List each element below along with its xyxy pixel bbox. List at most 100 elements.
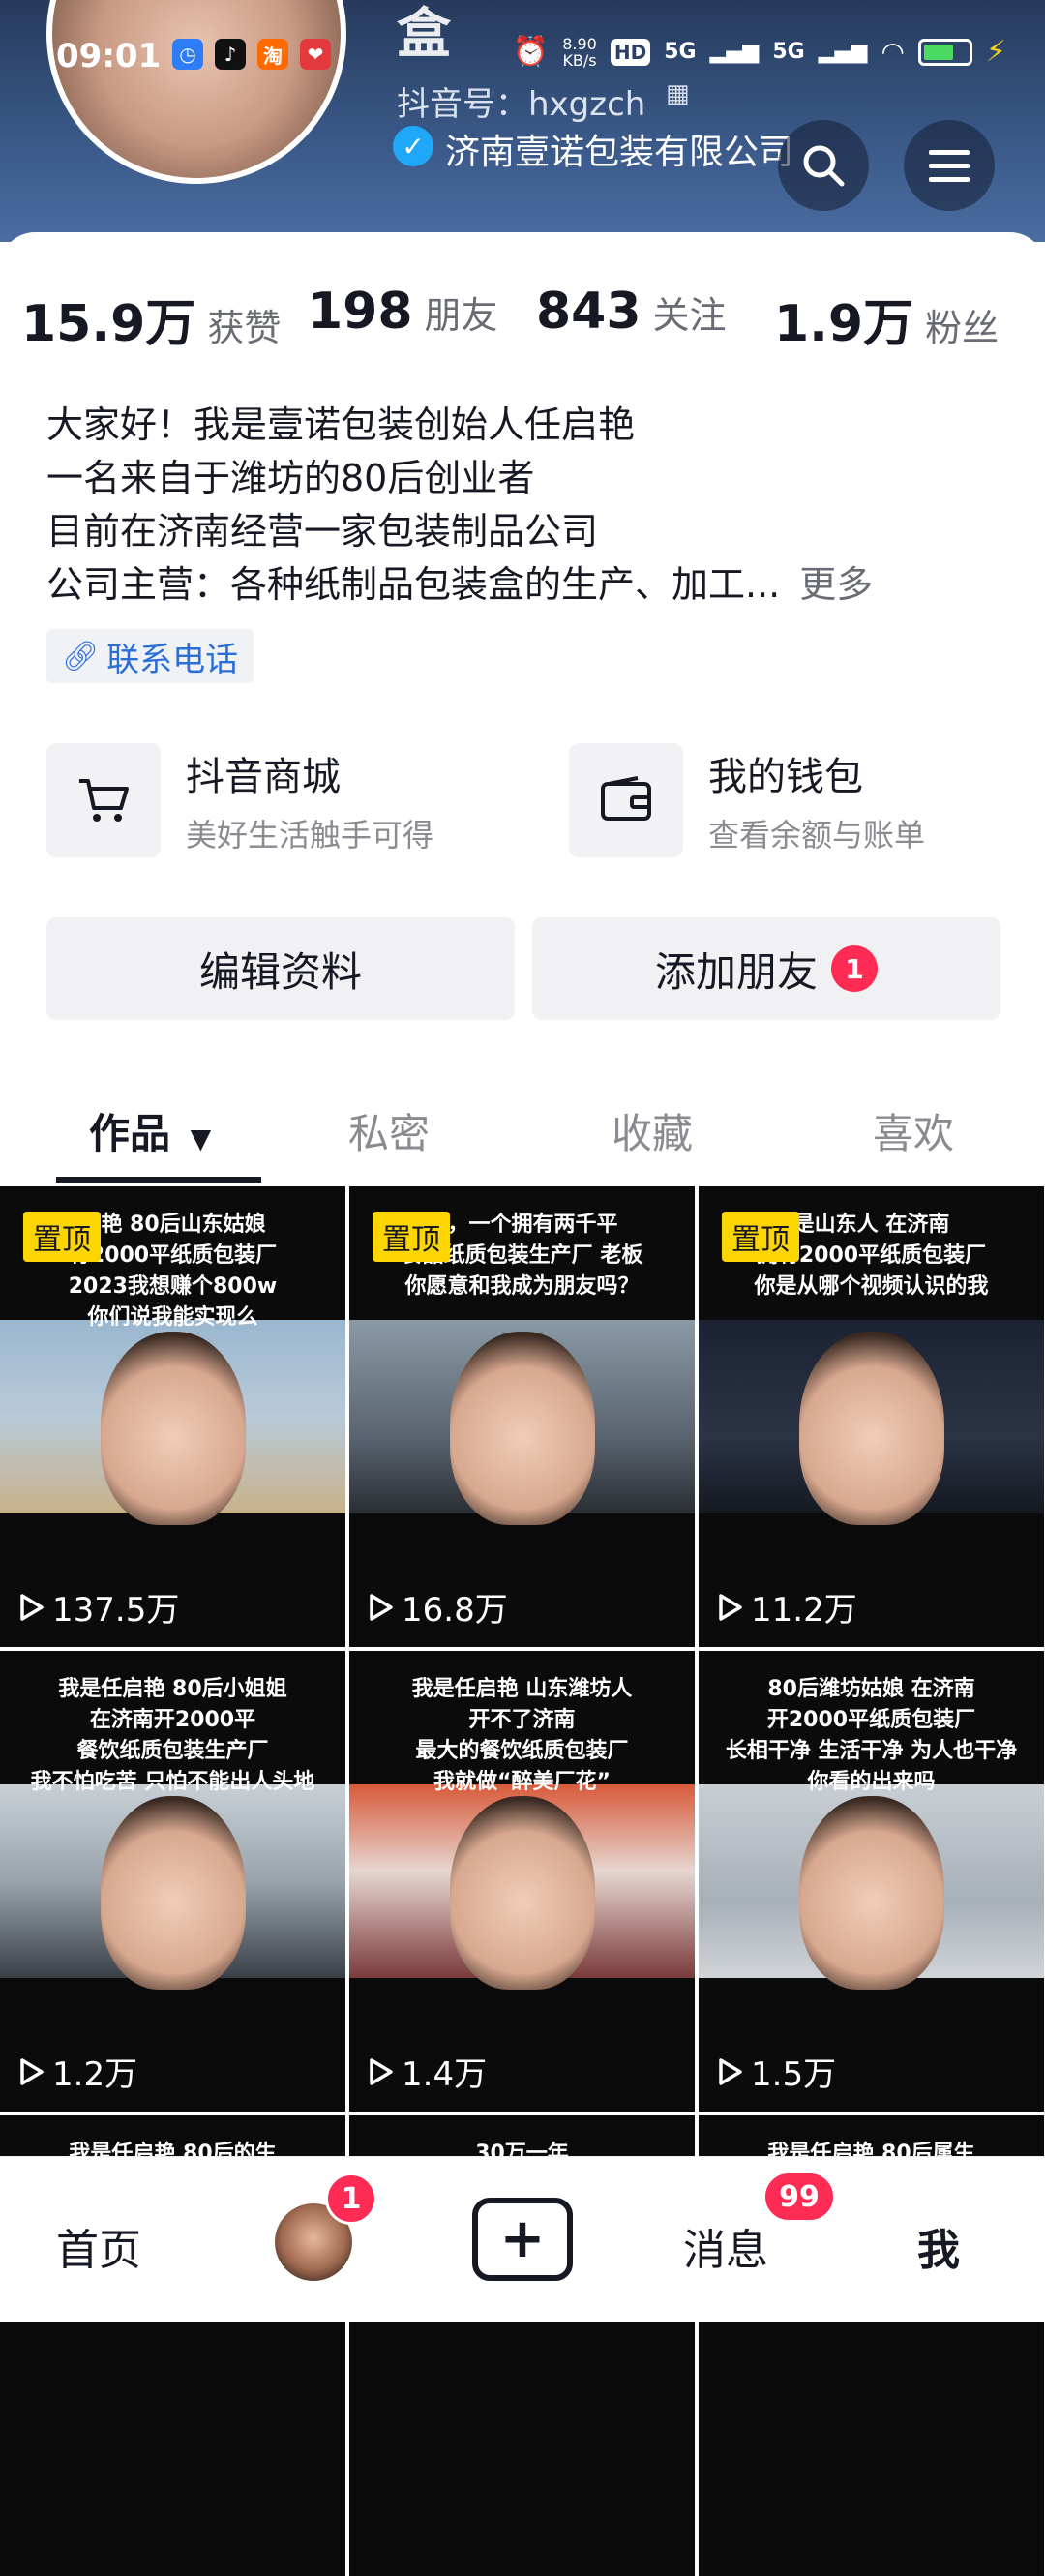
video-person	[798, 1796, 944, 1990]
video-view-count: 1.5万	[718, 2048, 836, 2095]
stat-following-label: 关注	[652, 294, 727, 337]
company-name: 济南壹诺包装有限公司	[445, 133, 794, 172]
service-mall[interactable]: 抖音商城 美好生活触手可得	[46, 743, 433, 857]
stat-friends[interactable]: 198 朋友	[308, 283, 498, 341]
video-caption-line: 我不怕吃苦 只怕不能出人头地	[30, 1770, 315, 1794]
video-caption-line: 在济南开2000平	[89, 1708, 256, 1732]
service-wallet-title: 我的钱包	[708, 755, 863, 799]
stat-following-value: 843	[536, 283, 642, 341]
video-caption-line: 长相干净 生活干净 为人也干净	[725, 1739, 1018, 1763]
video-view-count-value: 11.2万	[751, 1591, 857, 1630]
nav-me[interactable]: 我	[917, 2215, 960, 2277]
tab-likes[interactable]: 喜欢	[873, 1101, 954, 1160]
add-friend-button[interactable]: 添加朋友 1	[532, 917, 1000, 1020]
video-caption-line: 2023我想赚个800w	[68, 1274, 278, 1299]
bio-line: 大家好！我是壹诺包装创始人任启艳	[46, 404, 636, 446]
video-caption: 80后潍坊姑娘 在济南 开2000平纸质包装厂 长相干净 生活干净 为人也干净 你看的…	[710, 1674, 1032, 1798]
add-friend-label: 添加朋友	[654, 947, 818, 996]
alarm-icon: ⏰	[512, 35, 550, 69]
edit-profile-button[interactable]: 编辑资料	[46, 917, 515, 1020]
video-caption-line: 你愿意和我成为朋友吗？	[404, 1274, 640, 1299]
tab-works[interactable]: 作品 ▼	[89, 1101, 211, 1160]
pinned-badge: 置顶	[722, 1212, 799, 1262]
tab-active-indicator	[56, 1177, 261, 1183]
stat-followers-value: 1.9万	[774, 295, 914, 353]
stat-followers[interactable]: 1.9万 粉丝	[774, 283, 999, 355]
stat-likes-value: 15.9万	[21, 295, 196, 353]
video-view-count: 1.2万	[19, 2048, 137, 2095]
video-thumbnail[interactable]: 启艳 80后山东姑娘 有2000平纸质包装厂 2023我想赚个800w 你们说我能实现…	[0, 1186, 345, 1647]
pinned-badge: 置顶	[23, 1212, 101, 1262]
taobao-notification-icon: 淘	[257, 39, 288, 70]
menu-button[interactable]	[904, 120, 995, 211]
video-view-count: 1.4万	[369, 2048, 487, 2095]
play-icon	[20, 2057, 44, 2085]
service-mall-subtitle: 美好生活触手可得	[186, 817, 434, 854]
play-icon	[20, 1593, 44, 1621]
play-icon	[370, 1593, 393, 1621]
wallet-icon	[569, 743, 683, 857]
douyin-notification-icon: ♪	[215, 39, 246, 70]
contact-phone-chip[interactable]: 🔗︎ 联系电话	[46, 629, 254, 683]
douyin-id[interactable]: 抖音号：hxgzch	[397, 77, 645, 125]
video-caption-line: 我是任启艳 山东潍坊人	[411, 1677, 633, 1701]
status-right-group: ⏰ 8.90 KB/s HD 5G ▂▄▆ 5G ▂▄▆ ◠ ⚡	[513, 35, 1006, 69]
signal-5g-1: 5G	[664, 40, 697, 64]
video-caption-line: 你看的出来吗	[807, 1770, 936, 1794]
video-thumbnail[interactable]: 我是任启艳 山东潍坊人 开不了济南 最大的餐饮纸质包装厂 我就做“醉美厂花” 1.4万	[349, 1651, 695, 2112]
verified-icon: ✓	[393, 126, 433, 166]
profile-bio: 大家好！我是壹诺包装创始人任启艳 一名来自于潍坊的80后创业者 目前在济南经营一…	[46, 399, 1014, 612]
tab-private[interactable]: 私密	[348, 1101, 430, 1160]
profile-header: 09:01 ◷ ♪ 淘 ❤ 盒 抖音号：hxgzch ▦ ✓ 济南壹诺包装有限公…	[0, 0, 1045, 242]
search-button[interactable]	[778, 120, 869, 211]
bio-line: 目前在济南经营一家包装制品公司	[46, 510, 599, 553]
play-icon	[719, 1593, 742, 1621]
bio-line: 一名来自于潍坊的80后创业者	[46, 457, 535, 499]
bio-line: 公司主营：各种纸制品包装盒的生产、加工...	[46, 563, 781, 606]
status-time: 09:01	[56, 37, 162, 75]
charging-icon: ⚡	[985, 35, 1006, 69]
video-view-count-value: 137.5万	[52, 1591, 180, 1630]
search-icon	[803, 145, 845, 187]
service-mall-title: 抖音商城	[186, 755, 341, 799]
signal-bars-icon-2: ▂▄▆	[818, 40, 868, 64]
add-friend-badge: 1	[831, 945, 878, 992]
video-caption-line: 我就做“醉美厂花”	[433, 1770, 611, 1794]
video-view-count: 11.2万	[718, 1583, 857, 1631]
stat-following[interactable]: 843 关注	[536, 283, 727, 341]
video-view-count-value: 16.8万	[402, 1591, 508, 1630]
nav-home[interactable]: 首页	[56, 2215, 141, 2277]
video-thumbnail[interactable]: 80后潍坊姑娘 在济南 开2000平纸质包装厂 长相干净 生活干净 为人也干净 你看的…	[699, 1651, 1044, 2112]
video-person	[100, 1796, 246, 1990]
caret-down-icon: ▼	[190, 1123, 212, 1154]
video-thumbnail[interactable]: 我是任启艳 80后小姐姐 在济南开2000平 餐饮纸质包装生产厂我不怕吃苦 只怕不能…	[0, 1651, 345, 2112]
video-thumbnail[interactable]: 南，一个拥有两千平 食品纸质包装生产厂 老板 你愿意和我成为朋友吗？ 置顶 16.8万	[349, 1186, 695, 1647]
tab-favorites[interactable]: 收藏	[612, 1101, 693, 1160]
video-thumbnail[interactable]: 是山东人 在济南 拥有2000平纸质包装厂 你是从哪个视频认识的我 置顶 11.2万	[699, 1186, 1044, 1647]
bio-more-link[interactable]: 更多	[799, 563, 873, 606]
stat-likes[interactable]: 15.9万 获赞	[21, 283, 281, 355]
play-icon	[719, 2057, 742, 2085]
video-caption-line: 我是任启艳 80后小姐姐	[58, 1677, 287, 1701]
pinned-badge: 置顶	[373, 1212, 450, 1262]
gift-notification-icon: ❤	[300, 39, 331, 70]
video-view-count-value: 1.5万	[751, 2055, 837, 2094]
profile-avatar[interactable]	[46, 0, 346, 184]
video-caption-line: 餐饮纸质包装生产厂	[76, 1739, 269, 1763]
video-person	[798, 1332, 944, 1525]
hd-icon: HD	[610, 38, 651, 66]
nav-messages[interactable]: 消息	[683, 2215, 768, 2277]
net-speed-unit: KB/s	[562, 50, 597, 70]
service-wallet[interactable]: 我的钱包 查看余额与账单	[569, 743, 925, 857]
nav-create-button[interactable]: +	[472, 2198, 573, 2281]
net-speed: 8.90 KB/s	[562, 36, 597, 69]
battery-icon	[917, 38, 972, 66]
qr-code-icon[interactable]: ▦	[666, 79, 690, 108]
link-icon: 🔗︎	[62, 639, 100, 674]
video-caption-line: 开不了济南	[468, 1708, 576, 1732]
nav-messages-badge: 99	[762, 2171, 836, 2223]
video-caption: 我是任启艳 山东潍坊人 开不了济南 最大的餐饮纸质包装厂 我就做“醉美厂花”	[361, 1674, 683, 1798]
video-person	[449, 1332, 595, 1525]
menu-icon	[929, 150, 970, 182]
nav-friends-badge: 1	[325, 2172, 377, 2225]
